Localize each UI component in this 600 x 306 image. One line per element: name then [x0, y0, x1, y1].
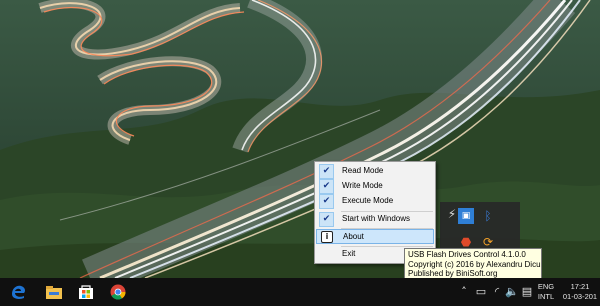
menu-item-label: Read Mode [342, 166, 384, 175]
info-icon: i [321, 231, 333, 243]
monitor-app-icon[interactable]: ▣ [458, 208, 474, 224]
menu-item-write-mode[interactable]: ✔ Write Mode [316, 179, 434, 194]
bluetooth-icon[interactable]: ᛒ [480, 208, 496, 224]
action-center-icon[interactable]: ▤ [520, 285, 534, 299]
edge-icon [12, 285, 25, 299]
edge-button[interactable] [0, 278, 36, 306]
menu-item-label: About [343, 232, 364, 241]
menu-item-read-mode[interactable]: ✔ Read Mode [316, 164, 434, 179]
chevron-up-icon[interactable]: ˄ [457, 285, 471, 299]
wifi-icon[interactable]: ◜ [490, 285, 504, 299]
menu-item-label: Start with Windows [342, 214, 411, 223]
app-tooltip: USB Flash Drives Control 4.1.0.0 Copyrig… [404, 248, 542, 279]
language-code: ENG [537, 282, 555, 291]
checkmark-icon: ✔ [319, 194, 334, 209]
clock-time: 17:21 [570, 282, 590, 291]
checkmark-icon: ✔ [319, 212, 334, 227]
menu-item-start-with-windows[interactable]: ✔ Start with Windows [316, 212, 434, 227]
menu-item-label: Write Mode [342, 181, 383, 190]
file-explorer-button[interactable] [36, 278, 72, 306]
store-button[interactable] [68, 278, 104, 306]
clock[interactable]: 17:21 01-03-201 [560, 282, 600, 302]
menu-item-execute-mode[interactable]: ✔ Execute Mode [316, 194, 434, 209]
tooltip-copyright: Copyright (c) 2016 by Alexandru Dicu [408, 259, 541, 269]
tooltip-app-name: USB Flash Drives Control 4.1.0.0 [408, 250, 526, 259]
chrome-icon [110, 284, 126, 300]
chrome-button[interactable] [100, 278, 136, 306]
menu-item-label: Execute Mode [342, 196, 394, 205]
keyboard-layout: INTL [537, 292, 555, 301]
clock-date: 01-03-201 [562, 292, 598, 301]
volume-icon[interactable]: 🔈 [505, 285, 519, 299]
taskbar: ˄ ▭ ◜ 🔈 ▤ ENG INTL 17:21 01-03-201 [0, 278, 600, 306]
menu-item-label: Exit [342, 249, 356, 258]
store-icon [79, 285, 93, 299]
checkmark-icon: ✔ [319, 164, 334, 179]
menu-item-about[interactable]: i About [316, 229, 434, 244]
language-indicator[interactable]: ENG INTL [535, 282, 557, 302]
file-explorer-icon [46, 286, 62, 299]
network-icon[interactable]: ▭ [474, 285, 488, 299]
checkmark-icon: ✔ [319, 179, 334, 194]
